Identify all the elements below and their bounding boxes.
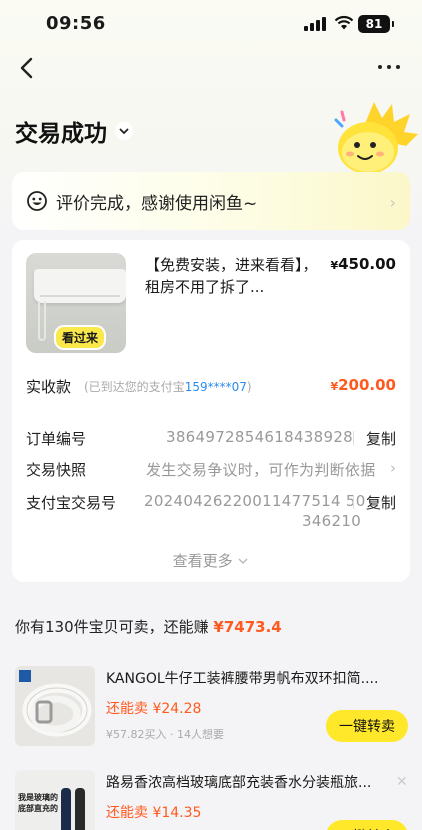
chevron-down-icon [238, 558, 248, 565]
listing-meta: ¥57.82买入 · 14人想要 [106, 728, 224, 741]
page-title: 交易成功 [15, 121, 107, 147]
close-icon[interactable]: ✕ [396, 774, 408, 790]
trade-snapshot-row[interactable]: 交易快照 发生交易争议时，可作为判断依据 › [26, 459, 396, 481]
one-click-resell-button[interactable]: 一键转卖 [326, 820, 408, 830]
trade-snapshot-label: 交易快照 [26, 461, 87, 479]
status-bar: 09:56 81 [0, 0, 422, 48]
product-image[interactable]: 看过来 [26, 253, 126, 353]
air-conditioner-picture [34, 269, 126, 303]
see-more-button[interactable]: 查看更多 [12, 550, 410, 571]
back-arrow-icon[interactable] [14, 54, 42, 82]
resell-earn-amount: ¥7473.4 [213, 618, 282, 636]
paid-label: 实收款 [26, 378, 72, 396]
listing-title: KANGOL牛仔工装裤腰带男帆布双环扣简.... [106, 671, 379, 687]
copy-order-number-button[interactable]: 复制 [366, 428, 396, 449]
listing-earn: 还能卖 ¥24.28 [106, 701, 202, 717]
order-number-value: 3864972854618438928 [166, 428, 354, 446]
alipay-trade-number-label: 支付宝交易号 [26, 494, 117, 512]
listing-title: 路易香浓高档玻璃底部充装香水分装瓶旅... [106, 775, 372, 791]
cellular-signal-icon [304, 17, 326, 31]
product-title[interactable]: 【免费安装，进来看看】，租房不用了拆了... [145, 254, 325, 298]
status-time: 09:56 [46, 13, 106, 34]
chevron-right-icon: › [389, 193, 396, 212]
order-number-label: 订单编号 [26, 430, 87, 448]
product-price: ¥450.00 [330, 255, 396, 273]
perfume-bottle-product-image: 我是玻璃的 底部直充的 [15, 770, 95, 830]
alipay-trade-number-row: 支付宝交易号 20240426220011477514 50 346210 复制 [26, 492, 396, 534]
title-row[interactable]: 交易成功 [15, 114, 133, 148]
paid-note: (已到达您的支付宝159****07) [84, 380, 252, 394]
belt-product-image [15, 666, 95, 746]
paid-amount-row: 实收款 (已到达您的支付宝159****07) ¥200.00 [26, 376, 396, 398]
resell-list-item[interactable]: KANGOL牛仔工装裤腰带男帆布双环扣简.... 还能卖 ¥24.28 ¥57.… [0, 666, 422, 756]
image-sticker: 看过来 [56, 327, 105, 348]
more-options-icon[interactable] [378, 60, 404, 74]
order-number-row: 订单编号 3864972854618438928 复制 [26, 428, 396, 450]
smiley-face-icon [27, 191, 47, 211]
review-complete-banner[interactable]: 评价完成，感谢使用闲鱼~ › [12, 172, 410, 230]
chevron-right-icon: › [390, 459, 396, 477]
chevron-down-icon[interactable] [115, 122, 133, 140]
review-banner-text: 评价完成，感谢使用闲鱼~ [56, 193, 258, 214]
alipay-trade-number-line1: 20240426220011477514 50 [144, 492, 366, 510]
one-click-resell-button[interactable]: 一键转卖 [326, 710, 408, 742]
resell-headline: 你有130件宝贝可卖，还能赚 ¥7473.4 [15, 618, 282, 636]
paid-amount: ¥200.00 [330, 376, 396, 394]
fish-mascot-icon [334, 102, 418, 174]
copy-alipay-number-button[interactable]: 复制 [366, 492, 396, 513]
order-card: 看过来 【免费安装，进来看看】，租房不用了拆了... ¥450.00 实收款 (… [12, 240, 410, 582]
battery-icon: 81 [358, 15, 394, 33]
resell-list-item[interactable]: 我是玻璃的 底部直充的 路易香浓高档玻璃底部充装香水分装瓶旅... ✕ 还能卖 … [0, 770, 422, 830]
perfume-image-caption: 我是玻璃的 底部直充的 [18, 793, 58, 813]
alipay-trade-number-line2: 346210 [302, 512, 362, 530]
trade-snapshot-value: 发生交易争议时，可作为判断依据 [146, 461, 376, 479]
wifi-icon [334, 15, 354, 30]
listing-earn: 还能卖 ¥14.35 [106, 805, 202, 821]
